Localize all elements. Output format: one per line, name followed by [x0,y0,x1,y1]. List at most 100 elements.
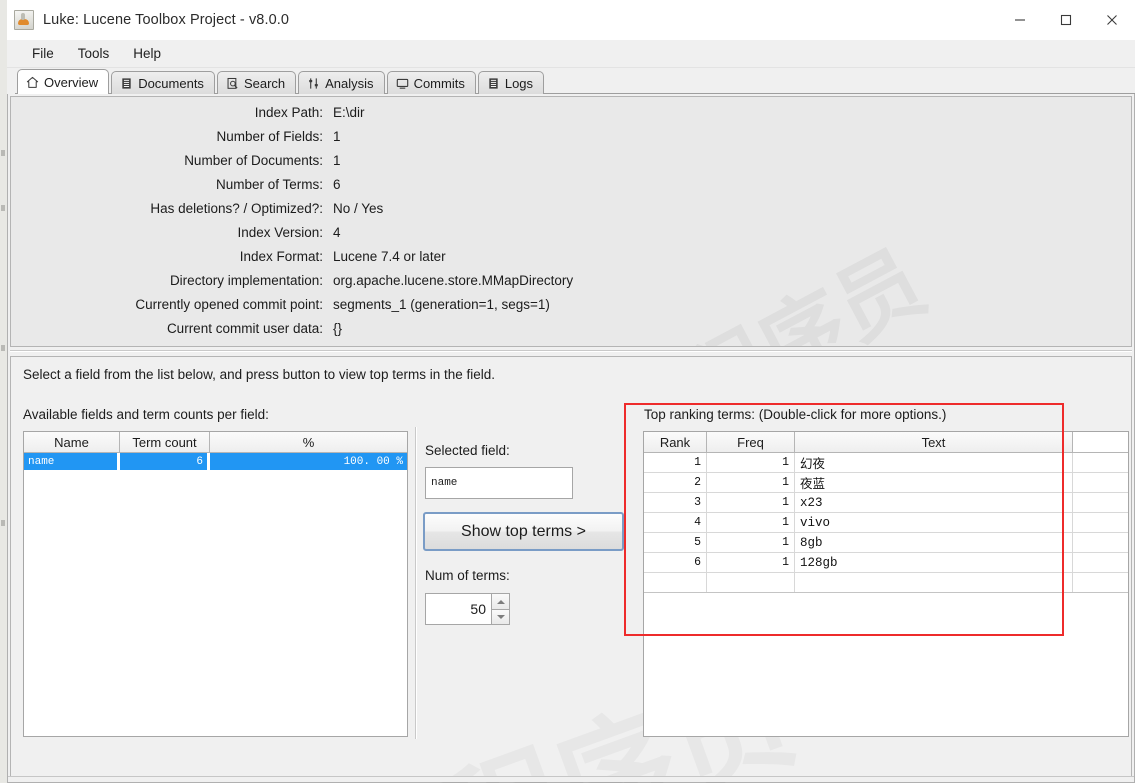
terms-cell-pad [1073,533,1128,552]
terms-cell-rank: 1 [644,453,707,472]
terms-cell-text: 幻夜 [795,453,1073,472]
stepper-down-button[interactable] [491,609,510,625]
java-app-icon [14,10,34,30]
terms-cell-pad [1073,513,1128,532]
tab-search[interactable]: Search [216,71,297,94]
terms-cell-rank: 4 [644,513,707,532]
search-doc-icon [227,77,238,89]
terms-cell-freq: 1 [707,553,795,572]
tab-overview[interactable]: Overview [17,69,110,94]
terms-cell-pad [1073,553,1128,572]
terms-table-header: Rank Freq Text [644,432,1128,453]
fields-table-row[interactable]: name 6 100. 00 % [24,453,407,470]
terms-cell-rank: 2 [644,473,707,492]
terms-cell-rank: 3 [644,493,707,512]
fields-table-body: name 6 100. 00 % [24,453,407,470]
log-icon [489,77,498,89]
terms-cell-text: vivo [795,513,1073,532]
menu-item-file[interactable]: File [21,44,65,63]
terms-table-body: 1 1 幻夜 2 1 夜蓝 3 1 x23 4 1 vivo 5 1 8gb 6 1 128gb [644,453,1128,593]
terms-cell-text: 8gb [795,533,1073,552]
overview-row-label: Current commit user data: [166,321,323,336]
sliders-icon [309,77,318,89]
minimize-icon[interactable] [997,0,1043,40]
terms-cell-freq: 1 [707,513,795,532]
terms-table-row[interactable]: 5 1 8gb [644,533,1128,553]
horizontal-splitter[interactable] [10,347,1132,356]
fields-cell-name: name [24,453,117,470]
overview-row-value: 1 [333,153,341,168]
arrow-down-icon [496,615,505,619]
fields-hint-text: Select a field from the list below, and … [23,367,495,382]
overview-row: Number of Terms: 6 [11,177,1131,201]
overview-row: Index Version: 4 [11,225,1131,249]
vertical-splitter[interactable] [413,427,420,739]
terms-cell-pad [1073,493,1128,512]
content-frame: Index Path: E:\dir Number of Fields: 1 Numbe… [7,94,1135,783]
terms-col-pad [1073,432,1128,452]
terms-cell-pad [1073,473,1128,492]
selected-field-input[interactable]: name [425,467,573,499]
terms-table-row[interactable]: 6 1 128gb [644,553,1128,573]
tab-documents-label: Documents [138,75,204,91]
tab-analysis[interactable]: Analysis [298,71,385,94]
document-icon [122,77,131,89]
tab-logs[interactable]: Logs [477,71,545,94]
overview-row-label: Index Format: [239,249,323,264]
close-icon[interactable] [1089,0,1135,40]
overview-rows: Index Path: E:\dir Number of Fields: 1 Numbe… [11,97,1131,345]
fields-col-name[interactable]: Name [24,432,120,452]
overview-row-label: Number of Fields: [216,129,323,144]
overview-row-label: Currently opened commit point: [135,297,323,312]
terms-cell-rank: 5 [644,533,707,552]
menu-item-tools[interactable]: Tools [67,44,121,63]
tab-logs-label: Logs [504,75,534,91]
terms-table-row[interactable]: 1 1 幻夜 [644,453,1128,473]
tab-documents[interactable]: Documents [111,71,215,94]
fields-table-header: Name Term count % [24,432,407,453]
terms-col-rank[interactable]: Rank [644,432,707,452]
maximize-icon[interactable] [1043,0,1089,40]
overview-row: Current commit user data: {} [11,321,1131,345]
menu-item-help[interactable]: Help [122,44,172,63]
top-ranking-terms-label: Top ranking terms: (Double-click for mor… [644,407,947,422]
luke-main-window: Luke: Lucene Toolbox Project - v8.0.0 Fi… [7,0,1135,783]
stepper-up-button[interactable] [491,593,510,609]
overview-row: Number of Fields: 1 [11,129,1131,153]
overview-row: Number of Documents: 1 [11,153,1131,177]
terms-cell-freq: 1 [707,533,795,552]
fields-col-percent[interactable]: % [210,432,407,452]
terms-cell-rank: 6 [644,553,707,572]
fields-cell-term-count: 6 [120,453,207,470]
terms-table-row[interactable]: 4 1 vivo [644,513,1128,533]
terms-table-row[interactable]: 3 1 x23 [644,493,1128,513]
overview-row-value: No / Yes [333,201,384,216]
available-fields-table[interactable]: Name Term count % name 6 100. 00 % [23,431,408,737]
tab-overview-label: Overview [44,74,99,90]
terms-cell-text: x23 [795,493,1073,512]
num-of-terms-input[interactable]: 50 [425,593,491,625]
overview-row-label: Number of Terms: [215,177,323,192]
terms-cell-freq: 1 [707,493,795,512]
terms-col-text[interactable]: Text [795,432,1073,452]
show-top-terms-button[interactable]: Show top terms > [423,512,624,551]
num-of-terms-stepper[interactable]: 50 [425,593,510,625]
terms-table-empty-row [644,573,1128,593]
overview-row: Index Path: E:\dir [11,105,1131,129]
overview-row-value: 4 [333,225,341,240]
overview-row: Index Format: Lucene 7.4 or later [11,249,1131,273]
overview-row-value: Lucene 7.4 or later [333,249,446,264]
menu-bar: File Tools Help [7,40,1135,68]
arrow-up-icon [496,599,505,604]
terms-cell-freq: 1 [707,453,795,472]
overview-row-value: 6 [333,177,341,192]
terms-table-row[interactable]: 2 1 夜蓝 [644,473,1128,493]
overview-row-value: org.apache.lucene.store.MMapDirectory [333,273,574,288]
tab-commits[interactable]: Commits [386,71,476,94]
terms-cell-text: 128gb [795,553,1073,572]
top-ranking-terms-table[interactable]: Rank Freq Text 1 1 幻夜 2 1 夜蓝 3 1 x23 4 1 vivo 5 1 8gb 6… [643,431,1129,737]
fields-terms-panel: 黑马程序员 Select a field from the list below… [10,356,1132,780]
fields-col-term-count[interactable]: Term count [120,432,210,452]
overview-row-label: Number of Documents: [184,153,323,168]
terms-col-freq[interactable]: Freq [707,432,795,452]
